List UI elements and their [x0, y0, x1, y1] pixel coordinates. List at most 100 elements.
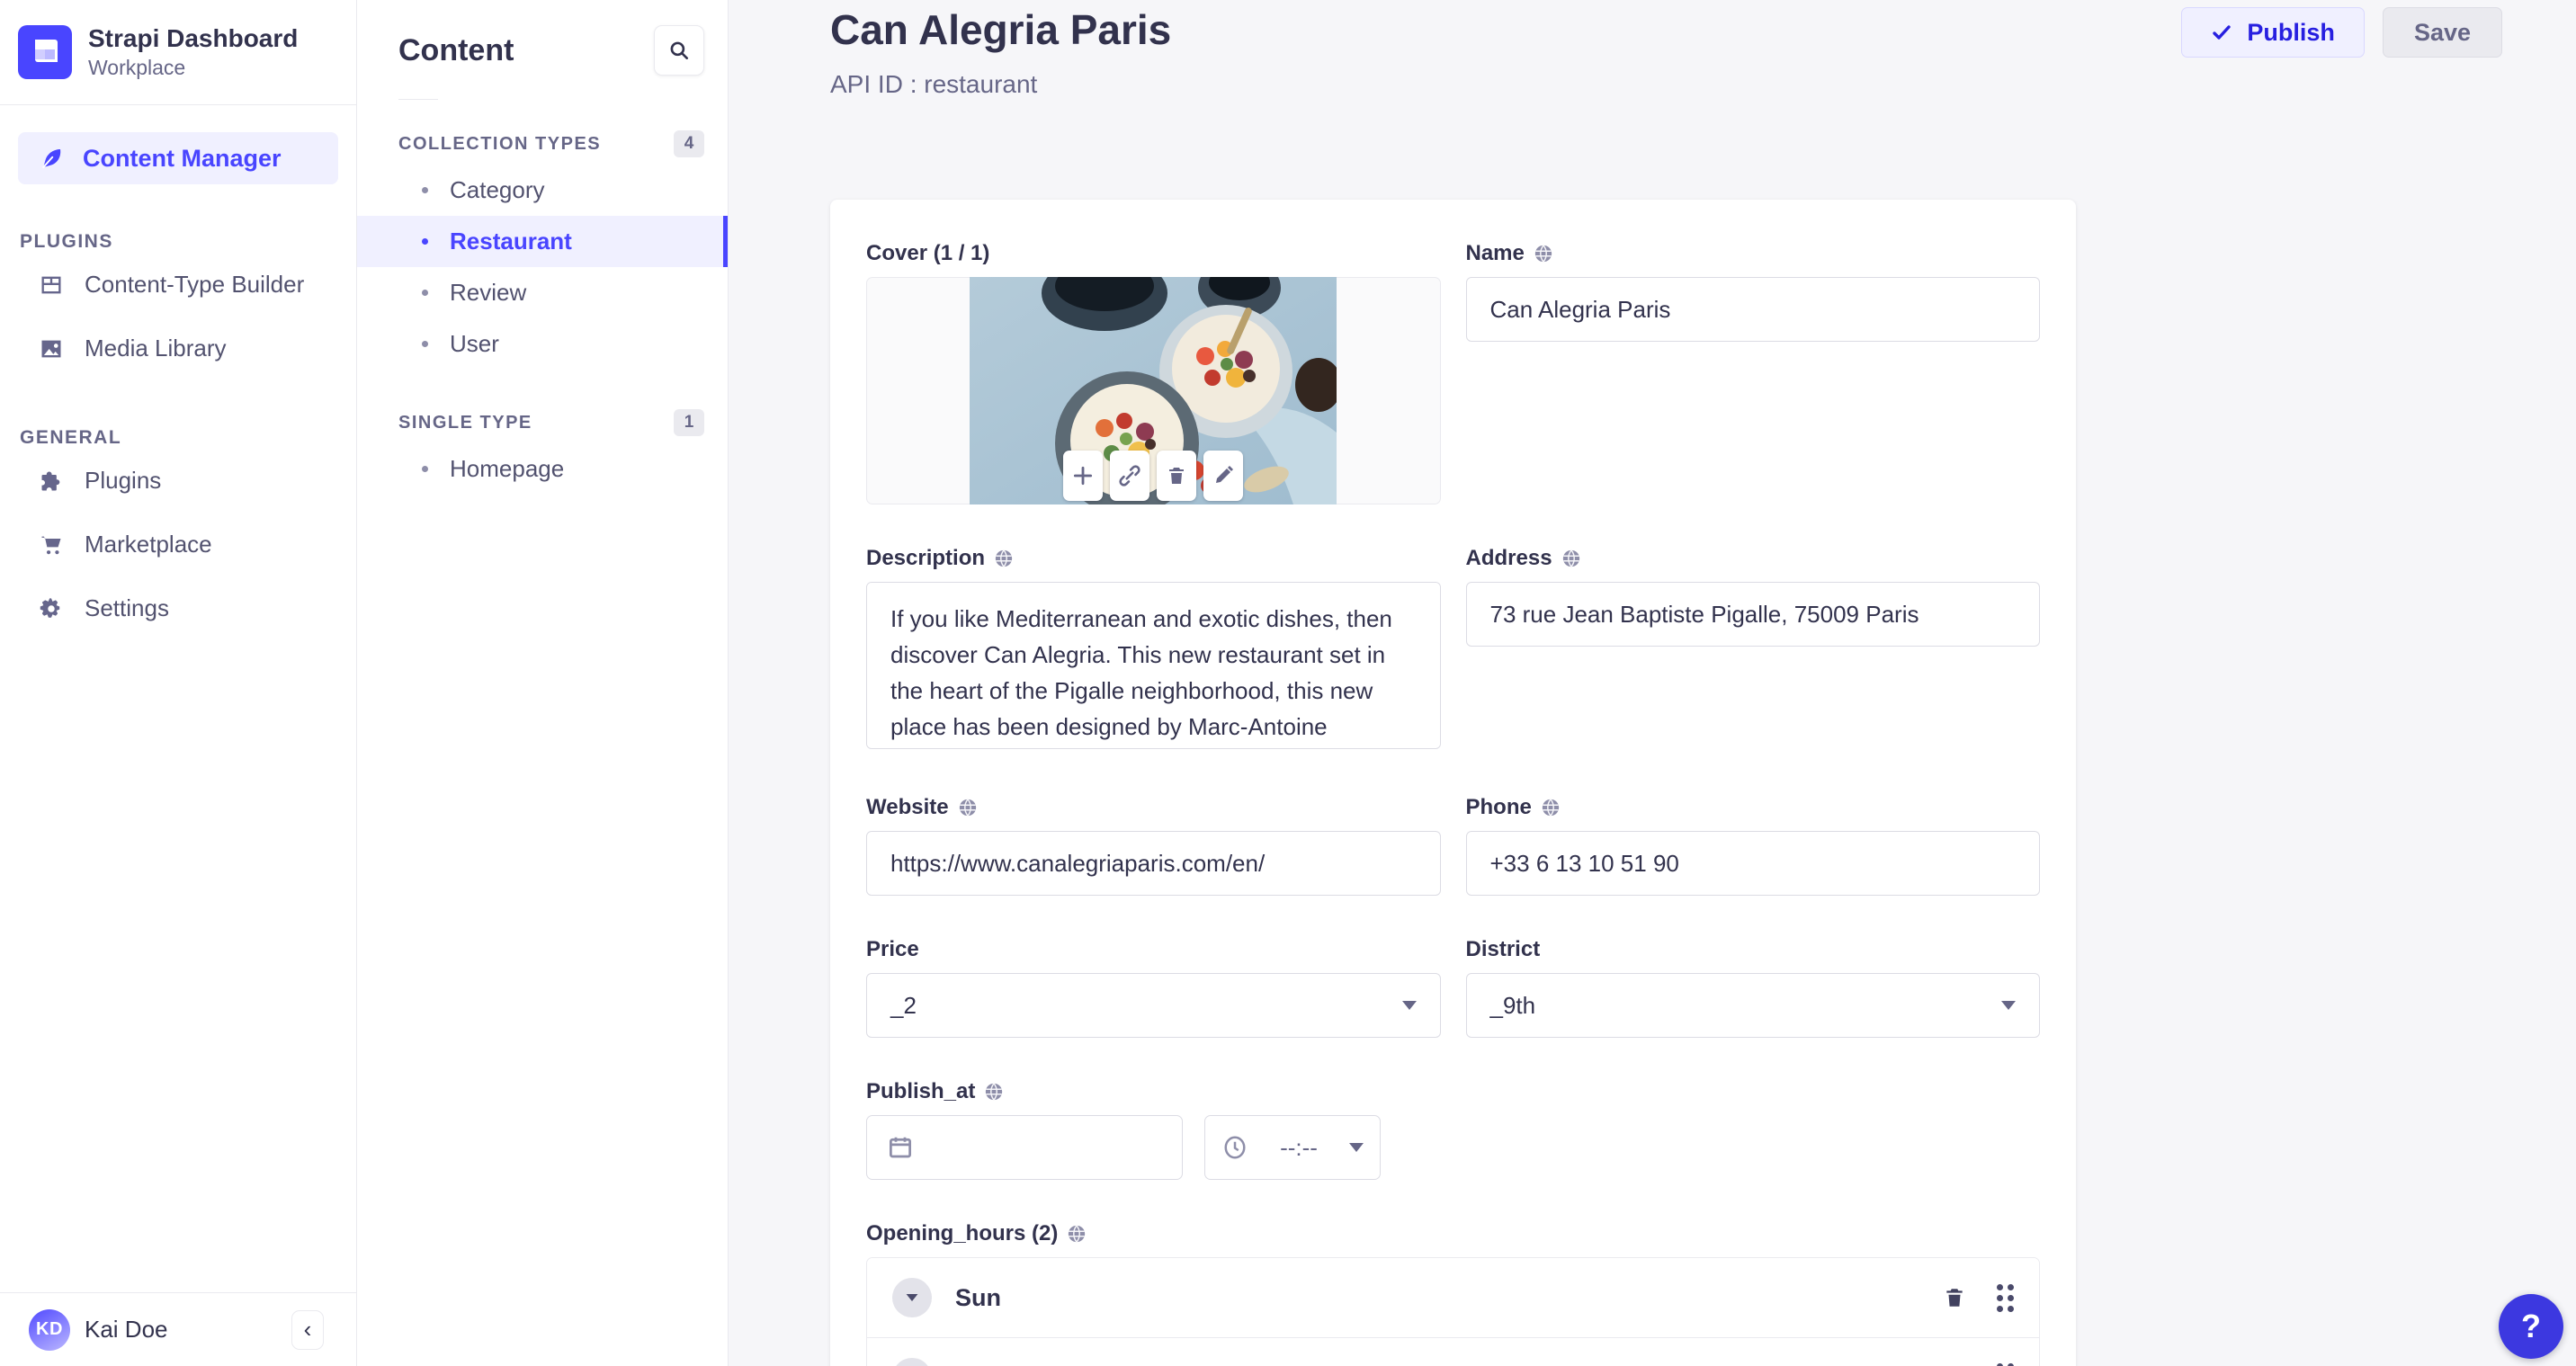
edit-asset-button[interactable] — [1203, 451, 1244, 501]
gear-icon — [38, 595, 65, 622]
publish-label: Publish — [2247, 18, 2335, 46]
check-icon — [2211, 22, 2232, 43]
entry-form-card: Cover (1 / 1) Name Can Alegria Paris Des… — [830, 200, 2076, 1366]
opening-hours-row-tue-sat: Tue - Sat — [867, 1337, 2039, 1366]
sidebar-item-label: Content Manager — [83, 144, 282, 172]
globe-icon — [986, 1083, 1003, 1101]
chevron-down-icon — [2001, 1001, 2016, 1010]
subnav-item-category[interactable]: Category — [357, 165, 728, 216]
sidebar-item-label: Settings — [85, 594, 169, 621]
sidebar-item-plugins[interactable]: Plugins — [18, 449, 338, 513]
calendar-icon — [887, 1134, 914, 1161]
name-label: Name — [1465, 241, 1525, 265]
single-type-count-badge: 1 — [674, 409, 704, 436]
content-subnav: Content COLLECTION TYPES 4 Category Rest… — [357, 0, 729, 1366]
trash-icon[interactable] — [1943, 1285, 1966, 1310]
district-select[interactable]: _9th — [1465, 973, 2040, 1038]
sidebar-item-label: Media Library — [85, 335, 227, 362]
save-label: Save — [2413, 18, 2471, 46]
sidebar-section-general: GENERAL — [20, 427, 122, 448]
divider — [398, 99, 438, 100]
main-sidebar: Strapi Dashboard Workplace Content Manag… — [0, 0, 357, 1366]
chevron-down-icon — [1401, 1001, 1417, 1010]
globe-icon — [1562, 549, 1579, 567]
chevron-down-icon — [906, 1294, 918, 1301]
district-label: District — [1465, 937, 1541, 961]
expand-toggle-button[interactable] — [892, 1357, 932, 1366]
link-icon — [1118, 464, 1141, 487]
price-label: Price — [866, 937, 919, 961]
layout-icon — [38, 272, 65, 299]
drag-handle-icon[interactable] — [1997, 1283, 2014, 1312]
subnav-item-label: User — [450, 330, 499, 357]
sidebar-item-content-manager[interactable]: Content Manager — [18, 132, 338, 184]
add-asset-button[interactable] — [1063, 451, 1104, 501]
globe-icon — [995, 549, 1013, 567]
subnav-item-restaurant[interactable]: Restaurant — [357, 216, 728, 267]
sidebar-item-media-library[interactable]: Media Library — [18, 317, 338, 380]
publish-button[interactable]: Publish — [2181, 7, 2365, 58]
subnav-item-label: Homepage — [450, 455, 565, 482]
district-field: District _9th — [1465, 937, 2040, 1038]
collection-types-count-badge: 4 — [674, 130, 704, 157]
collapse-sidebar-button[interactable]: ‹ — [291, 1309, 324, 1350]
address-input[interactable] — [1465, 582, 2040, 647]
name-field: Name — [1465, 241, 2040, 504]
sidebar-item-label: Plugins — [85, 467, 162, 494]
opening-hours-field: Opening_hours (2) Sun Tue - Sat — [866, 1221, 2040, 1366]
search-button[interactable] — [654, 25, 704, 76]
chevron-left-icon: ‹ — [303, 1316, 312, 1343]
subnav-item-review[interactable]: Review — [357, 267, 728, 318]
district-value: _9th — [1489, 991, 1536, 1019]
phone-label: Phone — [1465, 795, 1532, 819]
delete-asset-button[interactable] — [1157, 451, 1197, 501]
clock-icon — [1221, 1134, 1248, 1161]
copy-link-button[interactable] — [1110, 451, 1150, 501]
group-label-collection-types: COLLECTION TYPES — [398, 133, 602, 154]
chevron-down-icon — [1349, 1143, 1364, 1152]
opening-hours-row-sun: Sun — [867, 1258, 2039, 1337]
sidebar-section-plugins: PLUGINS — [20, 231, 113, 252]
brand: Strapi Dashboard Workplace — [0, 0, 356, 104]
subnav-item-user[interactable]: User — [357, 318, 728, 370]
avatar[interactable]: KD — [29, 1308, 70, 1351]
publish-at-date-input[interactable] — [866, 1115, 1183, 1180]
cover-image — [970, 277, 1337, 504]
name-input[interactable] — [1465, 277, 2040, 342]
sidebar-item-marketplace[interactable]: Marketplace — [18, 513, 338, 576]
price-value: _2 — [890, 991, 917, 1019]
sidebar-item-content-type-builder[interactable]: Content-Type Builder — [18, 253, 338, 317]
help-button[interactable]: ? — [2499, 1294, 2563, 1359]
subnav-item-homepage[interactable]: Homepage — [357, 443, 728, 495]
globe-icon — [1542, 799, 1560, 817]
website-input[interactable] — [866, 831, 1441, 896]
api-id-subtitle: API ID : restaurant — [830, 70, 1038, 98]
globe-icon — [1534, 245, 1552, 263]
description-textarea[interactable]: If you like Mediterranean and exotic dis… — [866, 582, 1441, 749]
search-icon — [667, 39, 691, 62]
cart-icon — [38, 531, 65, 558]
sidebar-item-settings[interactable]: Settings — [18, 576, 338, 640]
save-button[interactable]: Save — [2382, 7, 2502, 58]
strapi-logo-icon — [18, 25, 72, 79]
opening-hours-list: Sun Tue - Sat — [866, 1257, 2040, 1366]
time-placeholder: --:-- — [1280, 1133, 1318, 1161]
price-field: Price _2 — [866, 937, 1441, 1038]
cover-label: Cover (1 / 1) — [866, 241, 990, 265]
cover-field: Cover (1 / 1) — [866, 241, 1441, 504]
sidebar-item-label: Content-Type Builder — [85, 271, 305, 298]
app-title: Strapi Dashboard — [88, 24, 299, 52]
publish-at-time-input[interactable]: --:-- — [1204, 1115, 1381, 1180]
plus-icon — [1071, 464, 1095, 487]
expand-toggle-button[interactable] — [892, 1278, 932, 1317]
description-field: Description If you like Mediterranean an… — [866, 546, 1441, 754]
subnav-item-label: Restaurant — [450, 228, 572, 254]
globe-icon — [959, 799, 976, 817]
divider — [0, 104, 356, 105]
main-area: Can Alegria Paris API ID : restaurant Pu… — [729, 0, 2576, 1366]
publish-at-field: Publish_at --:-- — [866, 1079, 1441, 1180]
price-select[interactable]: _2 — [866, 973, 1441, 1038]
image-icon — [38, 335, 65, 362]
phone-field: Phone — [1465, 795, 2040, 896]
phone-input[interactable] — [1465, 831, 2040, 896]
